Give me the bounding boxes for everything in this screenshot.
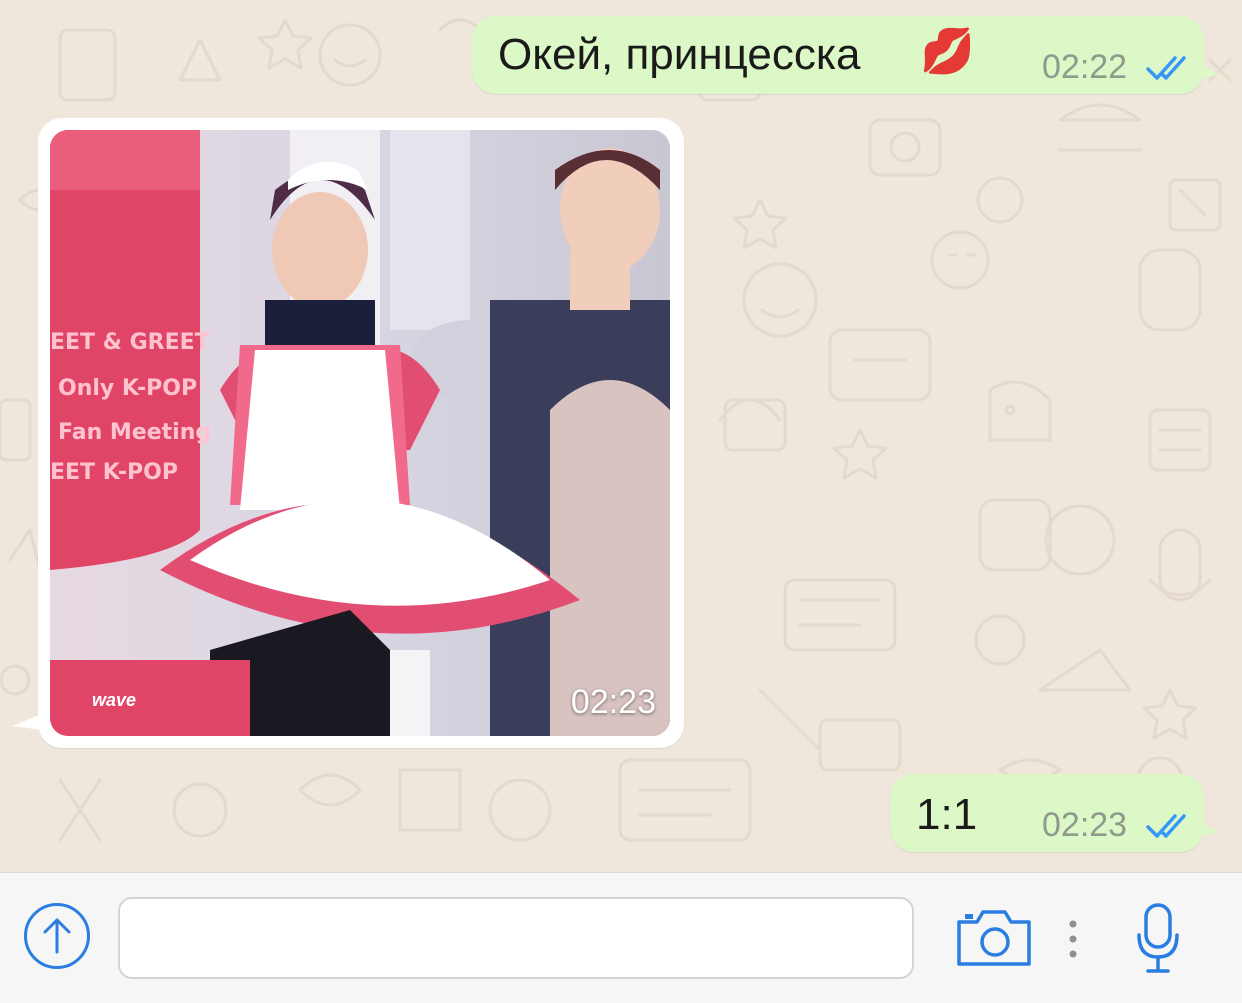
microphone-button[interactable] xyxy=(1136,903,1180,975)
photo-attachment[interactable]: EET & GREET Only K-POP Fan Meeting EET K… xyxy=(50,130,670,736)
arrow-up-circle-icon xyxy=(43,918,71,954)
bubble-tail xyxy=(12,714,42,730)
sign-text-line: EET & GREET xyxy=(50,330,210,355)
camera-button[interactable] xyxy=(955,908,1035,968)
microphone-icon xyxy=(1137,903,1179,973)
outgoing-message-bubble[interactable]: 1:1 02:23 xyxy=(890,774,1220,852)
chat-background: Окей, принцесска 💋 02:22 EET & GREET Onl… xyxy=(0,0,1242,872)
image-time: 02:23 xyxy=(570,683,656,721)
brand-logo-text: wave xyxy=(92,690,137,710)
message-input-bar xyxy=(0,872,1242,1003)
kiss-emoji: 💋 xyxy=(920,27,975,76)
outgoing-message-bubble[interactable]: Окей, принцесска 💋 02:22 xyxy=(472,16,1220,94)
incoming-image-message[interactable]: EET & GREET Only K-POP Fan Meeting EET K… xyxy=(12,118,684,748)
attach-button[interactable] xyxy=(24,903,90,969)
read-double-check-icon xyxy=(1146,814,1186,838)
sign-text-line: Fan Meeting xyxy=(58,420,212,445)
sign-text-line: Only K-POP xyxy=(58,376,198,401)
message-text: 1:1 xyxy=(916,790,978,839)
vertical-dots-icon xyxy=(1069,920,1077,958)
message-time: 02:23 xyxy=(1042,806,1128,844)
message-input[interactable] xyxy=(118,897,914,979)
message-time: 02:22 xyxy=(1042,48,1128,86)
sign-text-line: EET K-POP xyxy=(50,460,178,485)
message-text: Окей, принцесска xyxy=(498,30,861,79)
bubble-tail xyxy=(1194,62,1220,80)
bubble-tail xyxy=(1194,820,1220,838)
read-double-check-icon xyxy=(1146,56,1186,80)
more-options-button[interactable] xyxy=(1068,919,1078,959)
camera-icon xyxy=(957,910,1031,966)
